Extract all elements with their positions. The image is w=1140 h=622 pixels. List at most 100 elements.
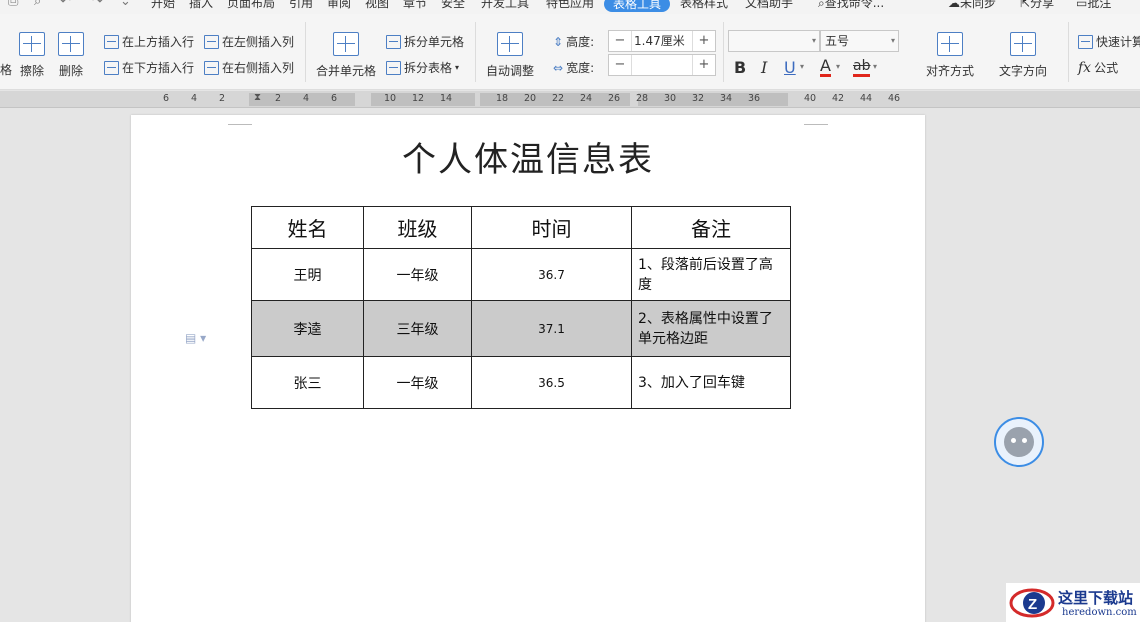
menu-references[interactable]: 引用 bbox=[289, 0, 313, 11]
text-direction-button[interactable]: 文字方向 bbox=[999, 32, 1047, 79]
menu-review[interactable]: 审阅 bbox=[327, 0, 351, 11]
height-stepper[interactable]: − 1.47厘米 + bbox=[608, 30, 716, 52]
table-header-cell[interactable]: 时间 bbox=[471, 206, 632, 249]
undo-icon[interactable]: ↶ bbox=[60, 0, 71, 9]
ruler-tick-label: 40 bbox=[803, 93, 817, 104]
ribbon-divider bbox=[723, 22, 724, 82]
table-cell[interactable]: 王明 bbox=[251, 248, 364, 301]
ruler-tick-label: 44 bbox=[859, 93, 873, 104]
table-cell[interactable]: 36.5 bbox=[471, 356, 632, 409]
ruler-tick-label: 24 bbox=[579, 93, 593, 104]
font-name-select[interactable]: ▾ bbox=[728, 30, 820, 52]
ruler-tick-label: 32 bbox=[691, 93, 705, 104]
insert-row-above-icon bbox=[104, 34, 119, 49]
menu-chapter[interactable]: 章节 bbox=[403, 0, 427, 11]
menu-table-style[interactable]: 表格样式 bbox=[680, 0, 728, 11]
table-cell[interactable]: 一年级 bbox=[363, 356, 472, 409]
temperature-table[interactable]: 姓名 班级 时间 备注 王明 一年级 36.7 1、段落前后设置了高度 李逵 三… bbox=[251, 206, 791, 409]
sync-status[interactable]: ☁未同步 bbox=[948, 0, 996, 11]
align-button[interactable]: 对齐方式 bbox=[926, 32, 974, 79]
width-increment-button[interactable]: + bbox=[693, 55, 715, 75]
font-size-select[interactable]: 五号 ▾ bbox=[820, 30, 899, 52]
draw-table-label[interactable]: 格 bbox=[0, 61, 12, 78]
insert-col-left-icon bbox=[204, 34, 219, 49]
table-cell[interactable]: 2、表格属性中设置了单元格边距 bbox=[631, 300, 791, 357]
align-icon bbox=[937, 32, 963, 56]
auto-fit-button[interactable]: 自动调整 bbox=[486, 32, 534, 79]
command-search[interactable]: ⌕查找命令... bbox=[818, 0, 884, 11]
table-row: 张三 一年级 36.5 3、加入了回车键 bbox=[251, 356, 791, 409]
split-cells-button[interactable]: 拆分单元格 bbox=[386, 33, 464, 50]
menu-view[interactable]: 视图 bbox=[365, 0, 389, 11]
font-color-button[interactable]: A bbox=[820, 58, 831, 77]
table-header-cell[interactable]: 班级 bbox=[363, 206, 472, 249]
ruler-tick-label: 12 bbox=[411, 93, 425, 104]
redo-icon[interactable]: ↷ bbox=[92, 0, 103, 9]
table-header-cell[interactable]: 姓名 bbox=[251, 206, 364, 249]
table-cell[interactable]: 三年级 bbox=[363, 300, 472, 357]
insert-col-left-button[interactable]: 在左侧插入列 bbox=[204, 33, 294, 50]
document-title[interactable]: 个人体温信息表 bbox=[131, 132, 925, 181]
ruler-tick-label: 36 bbox=[747, 93, 761, 104]
quick-calc-button[interactable]: 快速计算 bbox=[1078, 33, 1140, 50]
assistant-float-button[interactable] bbox=[994, 417, 1044, 467]
width-stepper[interactable]: − + bbox=[608, 54, 716, 76]
table-cell[interactable]: 一年级 bbox=[363, 248, 472, 301]
width-decrement-button[interactable]: − bbox=[609, 55, 631, 75]
ruler-tick-label: 22 bbox=[551, 93, 565, 104]
insert-col-right-button[interactable]: 在右侧插入列 bbox=[204, 59, 294, 76]
paragraph-options-icon[interactable]: ▤ ▾ bbox=[185, 331, 206, 345]
menu-insert[interactable]: 插入 bbox=[189, 0, 213, 11]
italic-button[interactable]: I bbox=[761, 58, 767, 77]
table-cell[interactable]: 36.7 bbox=[471, 248, 632, 301]
menu-home[interactable]: 开始 bbox=[151, 0, 175, 11]
row-height-icon: ⇕ bbox=[553, 34, 564, 49]
highlight-button[interactable]: ab bbox=[853, 58, 871, 77]
chevron-down-icon: ▾ bbox=[811, 36, 816, 45]
formula-icon: fx bbox=[1078, 59, 1092, 76]
bold-button[interactable]: B bbox=[734, 58, 746, 77]
print-preview-icon[interactable]: ⌕ bbox=[34, 0, 41, 9]
menu-developer[interactable]: 开发工具 bbox=[481, 0, 529, 11]
chevron-down-icon[interactable]: ▾ bbox=[873, 62, 877, 71]
indent-marker-icon[interactable]: ⧗ bbox=[254, 92, 261, 103]
insert-row-below-button[interactable]: 在下方插入行 bbox=[104, 59, 194, 76]
menu-special-apps[interactable]: 特色应用 bbox=[546, 0, 594, 11]
menu-table-tools[interactable]: 表格工具 bbox=[604, 0, 671, 12]
comment-button[interactable]: ▭批注 bbox=[1076, 0, 1111, 11]
height-input[interactable]: 1.47厘米 bbox=[631, 31, 693, 51]
ruler-tick-label: 46 bbox=[887, 93, 901, 104]
underline-button[interactable]: U bbox=[784, 58, 796, 77]
height-decrement-button[interactable]: − bbox=[609, 31, 631, 51]
width-input[interactable] bbox=[631, 55, 693, 75]
document-page[interactable]: 个人体温信息表 姓名 班级 时间 备注 王明 一年级 36.7 1、段落前后设置… bbox=[131, 115, 925, 622]
menu-page-layout[interactable]: 页面布局 bbox=[227, 0, 275, 11]
menu-security[interactable]: 安全 bbox=[441, 0, 465, 11]
ruler-tick-label: 28 bbox=[635, 93, 649, 104]
table-cell[interactable]: 37.1 bbox=[471, 300, 632, 357]
table-cell[interactable]: 张三 bbox=[251, 356, 364, 409]
height-increment-button[interactable]: + bbox=[693, 31, 715, 51]
horizontal-ruler[interactable]: 6 4 2 2 4 6 10 12 14 18 20 22 24 26 28 3… bbox=[0, 91, 1140, 108]
ribbon-divider bbox=[305, 22, 306, 82]
formula-button[interactable]: fx 公式 bbox=[1078, 59, 1118, 76]
merge-cells-button[interactable]: 合并单元格 bbox=[316, 32, 376, 79]
width-label: ⇔ 宽度: bbox=[553, 60, 595, 76]
ruler-tick-label: 30 bbox=[663, 93, 677, 104]
table-header-cell[interactable]: 备注 bbox=[631, 206, 791, 249]
share-button[interactable]: ⇱分享 bbox=[1020, 0, 1054, 11]
delete-button[interactable]: 删除 bbox=[58, 32, 84, 79]
split-table-button[interactable]: 拆分表格 ▾ bbox=[386, 59, 459, 76]
more-icon[interactable]: ⌄ bbox=[120, 0, 131, 9]
table-cell[interactable]: 3、加入了回车键 bbox=[631, 356, 791, 409]
table-cell[interactable]: 1、段落前后设置了高度 bbox=[631, 248, 791, 301]
erase-button[interactable]: 擦除 bbox=[19, 32, 45, 79]
chevron-down-icon[interactable]: ▾ bbox=[836, 62, 840, 71]
insert-row-above-button[interactable]: 在上方插入行 bbox=[104, 33, 194, 50]
table-cell[interactable]: 李逵 bbox=[251, 300, 364, 357]
ribbon: 格 擦除 删除 在上方插入行 在下方插入行 在左侧插入列 在右侧插入列 合并单元… bbox=[0, 14, 1140, 90]
menu-doc-assistant[interactable]: 文档助手 bbox=[745, 0, 793, 11]
insert-col-right-icon bbox=[204, 60, 219, 75]
print-icon[interactable]: ⎙ bbox=[8, 0, 18, 9]
chevron-down-icon[interactable]: ▾ bbox=[800, 62, 804, 71]
